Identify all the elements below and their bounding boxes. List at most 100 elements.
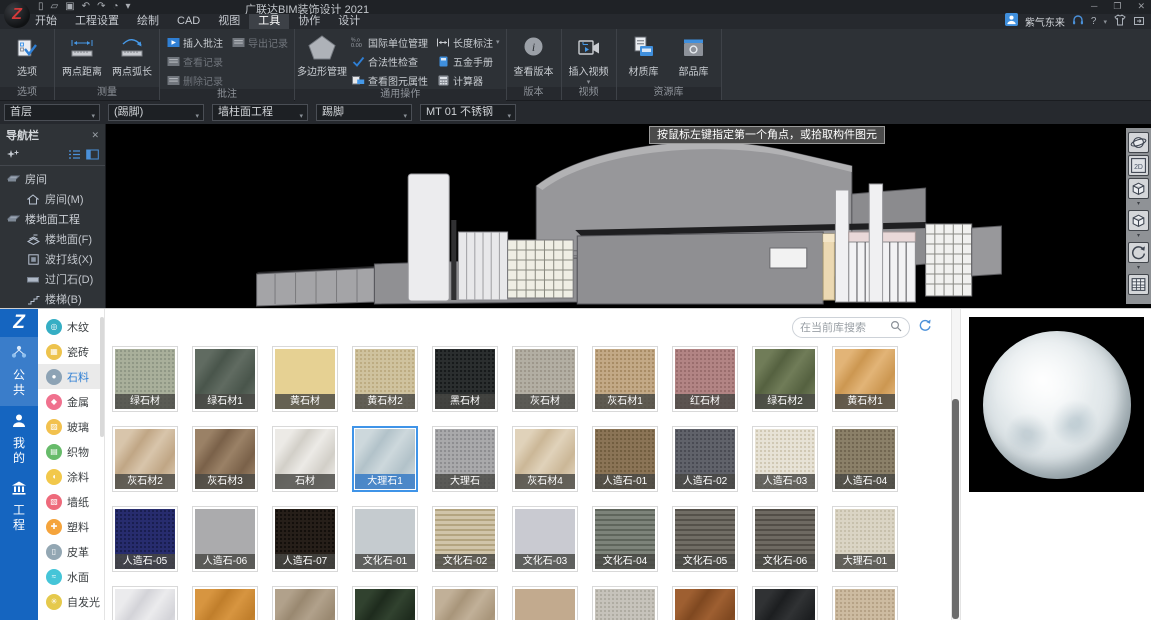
ribbon-button-五金手册[interactable]: 五金手册 [434,52,502,70]
customize-icon[interactable]: ▾ [126,1,131,13]
category-皮革[interactable]: ▯皮革 [38,539,104,564]
category-scrollbar[interactable] [100,317,104,437]
ribbon-button-选项[interactable]: 选项 [4,32,50,78]
material-swatch-文化石-06[interactable]: 文化石-06 [752,506,818,572]
minimize-icon[interactable]: ─ [1091,0,1097,13]
viewport-3d[interactable]: 按鼠标左键指定第一个角点，或拾取构件图元 2D▾▾▾ [106,124,1151,308]
material-swatch[interactable] [352,586,418,620]
material-swatch-文化石-04[interactable]: 文化石-04 [592,506,658,572]
ribbon-button-计算器[interactable]: 计算器 [434,71,502,89]
material-swatch-人造石-02[interactable]: 人造石-02 [672,426,738,492]
material-swatch-黑石材[interactable]: 黑石材 [432,346,498,412]
restore-icon[interactable]: ❐ [1113,0,1121,13]
tree-楼地面(F)[interactable]: 楼地面(F) [0,229,105,249]
category-瓷砖[interactable]: ▦瓷砖 [38,339,104,364]
rotate-view-button[interactable] [1128,242,1149,263]
open-folder-icon[interactable]: ▱ [51,1,59,13]
material-swatch-灰石材4[interactable]: 灰石材4 [512,426,578,492]
material-swatch[interactable] [272,586,338,620]
ribbon-button-合法性检查[interactable]: 合法性检查 [349,52,430,70]
tab-视图[interactable]: 视图 [209,14,249,29]
project-select[interactable]: 墙柱面工程▾ [212,104,308,121]
tree-房间(M)[interactable]: 房间(M) [0,189,105,209]
ribbon-button-查看版本[interactable]: i查看版本 [511,32,557,78]
material-swatch-文化石-05[interactable]: 文化石-05 [672,506,738,572]
material-swatch[interactable] [512,586,578,620]
material-swatch-人造石-03[interactable]: 人造石-03 [752,426,818,492]
grid-scrollbar[interactable] [951,309,960,620]
save-icon[interactable]: ▣ [65,1,74,13]
element-select[interactable]: (踢脚)▾ [108,104,204,121]
material-swatch-大理石1[interactable]: 大理石1 [352,426,418,492]
material-swatch-绿石材[interactable]: 绿石材 [112,346,178,412]
category-涂料[interactable]: ◖涂料 [38,464,104,489]
ribbon-button-查看图元属性[interactable]: 查看图元属性 [349,71,430,89]
3d-view-button[interactable] [1128,178,1149,199]
material-swatch-人造石-05[interactable]: 人造石-05 [112,506,178,572]
material-swatch-人造石-07[interactable]: 人造石-07 [272,506,338,572]
theme-icon[interactable] [1114,13,1126,31]
2d-view-button[interactable]: 2D [1128,155,1149,176]
tab-协作[interactable]: 协作 [289,14,329,29]
tree-波打线(X)[interactable]: 波打线(X) [0,249,105,269]
tab-CAD[interactable]: CAD [168,14,209,29]
panel-view-icon[interactable] [86,147,99,165]
help-button[interactable]: ? [1091,16,1097,27]
material-swatch-人造石-01[interactable]: 人造石-01 [592,426,658,492]
headset-icon[interactable] [1072,13,1084,31]
tree-房间[interactable]: 房间 [0,169,105,189]
category-木纹[interactable]: ◎木纹 [38,314,104,339]
material-swatch-石材[interactable]: 石材 [272,426,338,492]
tree-过门石(D)[interactable]: 过门石(D) [0,269,105,289]
add-view-icon[interactable] [6,147,19,165]
popout-icon[interactable] [1133,13,1145,31]
undo-icon[interactable]: ↶ [82,1,90,13]
material-swatch-黄石材1[interactable]: 黄石材1 [832,346,898,412]
ribbon-button-材质库[interactable]: 材质库 [621,32,667,78]
library-section-工程[interactable]: 工程 [0,474,38,541]
material-swatch-灰石材3[interactable]: 灰石材3 [192,426,258,492]
ribbon-button-两点弧长[interactable]: 两点弧长 [109,32,155,78]
category-墙纸[interactable]: ▧墙纸 [38,489,104,514]
material-swatch-绿石材2[interactable]: 绿石材2 [752,346,818,412]
orbit-view-button[interactable] [1128,132,1149,153]
library-section-公共[interactable]: 公共 [0,337,38,406]
category-水面[interactable]: ≈水面 [38,564,104,589]
category-自发光[interactable]: ✳自发光 [38,589,104,614]
tab-绘制[interactable]: 绘制 [128,14,168,29]
ribbon-button-两点距离[interactable]: 两点距离 [59,32,105,78]
material-swatch-文化石-03[interactable]: 文化石-03 [512,506,578,572]
material-swatch[interactable] [592,586,658,620]
floor-select[interactable]: 首层▾ [4,104,100,121]
category-织物[interactable]: ▤织物 [38,439,104,464]
material-swatch[interactable] [112,586,178,620]
profile-icon[interactable]: ◔ [112,1,118,13]
tree-楼地面工程[interactable]: 楼地面工程 [0,209,105,229]
ribbon-button-多边形管理[interactable]: 多边形管理 [299,32,345,78]
ribbon-button-长度标注[interactable]: 长度标注▾ [434,33,502,51]
tab-开始[interactable]: 开始 [26,14,66,29]
search-input[interactable] [800,322,886,334]
category-石料[interactable]: ●石料 [38,364,104,389]
material-swatch-灰石材[interactable]: 灰石材 [512,346,578,412]
material-swatch-人造石-06[interactable]: 人造石-06 [192,506,258,572]
material-swatch-绿石材1[interactable]: 绿石材1 [192,346,258,412]
close-icon[interactable]: ✕ [91,130,99,141]
ribbon-button-插入视频[interactable]: 插入视频 ▾ [566,32,612,86]
tab-工程设置[interactable]: 工程设置 [66,14,128,29]
isometric-view-button[interactable] [1128,210,1149,231]
material-swatch[interactable] [672,586,738,620]
library-section-我的[interactable]: 我的 [0,406,38,474]
list-view-icon[interactable] [68,147,81,165]
material-swatch-文化石-01[interactable]: 文化石-01 [352,506,418,572]
material-swatch-灰石材1[interactable]: 灰石材1 [592,346,658,412]
avatar[interactable] [1005,13,1018,31]
search-icon[interactable] [890,319,902,337]
material-swatch-灰石材2[interactable]: 灰石材2 [112,426,178,492]
tab-设计[interactable]: 设计 [329,14,369,29]
ribbon-button-插入批注[interactable]: 插入批注 [164,33,225,51]
material-swatch-黄石材2[interactable]: 黄石材2 [352,346,418,412]
tree-楼梯(B)[interactable]: 楼梯(B) [0,289,105,308]
material-swatch[interactable] [192,586,258,620]
grid-scrollbar-thumb[interactable] [952,399,959,619]
